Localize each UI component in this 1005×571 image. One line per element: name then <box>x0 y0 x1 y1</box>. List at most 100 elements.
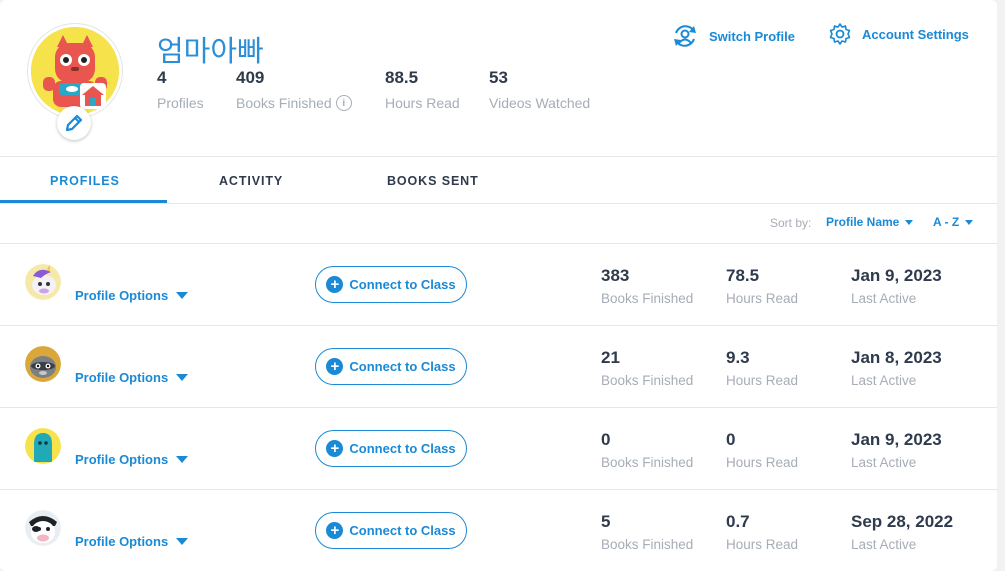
account-settings-button[interactable]: Account Settings <box>828 22 969 46</box>
books-finished-label: Books Finished <box>601 291 694 306</box>
books-finished-cell: 21 Books Finished <box>601 348 693 388</box>
chevron-down-icon <box>905 219 914 225</box>
hours-read-cell: 78.5 Hours Read <box>726 266 798 306</box>
last-active-value: Jan 8, 2023 <box>851 348 942 367</box>
books-finished-label: Books Finished <box>601 455 694 470</box>
sort-field-dropdown[interactable]: Profile Name <box>826 215 914 229</box>
sort-field-value: Profile Name <box>826 215 900 229</box>
stat-label: Books Finished <box>236 95 332 111</box>
last-active-label: Last Active <box>851 537 917 552</box>
profile-options-label: Profile Options <box>75 370 169 385</box>
stat-value: 409 <box>236 68 265 87</box>
last-active-cell: Sep 28, 2022 Last Active <box>851 512 953 552</box>
caret-down-icon <box>176 374 189 381</box>
stat-videos-watched: 53 Videos Watched <box>489 68 590 111</box>
tab-books-sent[interactable]: BOOKS SENT <box>387 174 479 188</box>
hours-read-value: 78.5 <box>726 266 760 285</box>
profile-row: Profile Options + Connect to Class 0 Boo… <box>0 407 997 489</box>
profile-options-dropdown[interactable]: Profile Options <box>75 452 189 467</box>
sort-order-dropdown[interactable]: A - Z <box>933 215 974 229</box>
stat-label: Videos Watched <box>489 95 591 111</box>
sort-order-value: A - Z <box>933 215 960 229</box>
connect-to-class-button[interactable]: + Connect to Class <box>315 430 467 467</box>
chevron-down-icon <box>965 219 974 225</box>
hours-read-label: Hours Read <box>726 373 799 388</box>
books-finished-value: 0 <box>601 430 611 449</box>
stat-value: 4 <box>157 68 167 87</box>
profile-options-label: Profile Options <box>75 534 169 549</box>
caret-down-icon <box>176 538 189 545</box>
profile-row: Profile Options + Connect to Class 383 B… <box>0 243 997 325</box>
connect-to-class-button[interactable]: + Connect to Class <box>315 512 467 549</box>
switch-profile-button[interactable]: Switch Profile <box>671 22 795 50</box>
stat-hours-read: 88.5 Hours Read <box>385 68 460 111</box>
connect-to-class-label: Connect to Class <box>349 523 456 538</box>
books-finished-value: 21 <box>601 348 620 367</box>
profile-avatar[interactable] <box>25 428 61 464</box>
account-settings-label: Account Settings <box>862 26 969 42</box>
connect-to-class-button[interactable]: + Connect to Class <box>315 348 467 385</box>
profile-options-dropdown[interactable]: Profile Options <box>75 370 189 385</box>
profile-avatar[interactable] <box>25 346 61 382</box>
last-active-value: Jan 9, 2023 <box>851 430 942 449</box>
stat-label-wrap: Books Finished i <box>236 95 352 111</box>
stat-profiles: 4 Profiles <box>157 68 204 111</box>
connect-to-class-label: Connect to Class <box>349 277 456 292</box>
teal-monster-avatar-icon <box>25 428 61 464</box>
info-icon[interactable]: i <box>335 95 352 111</box>
books-finished-value: 5 <box>601 512 611 531</box>
stat-label: Hours Read <box>385 95 460 111</box>
books-finished-value: 383 <box>601 266 630 285</box>
hours-read-cell: 0 Hours Read <box>726 430 798 470</box>
tab-activity[interactable]: ACTIVITY <box>219 174 283 188</box>
switch-profile-icon <box>674 25 696 47</box>
profile-row: Profile Options + Connect to Class 21 Bo… <box>0 325 997 407</box>
gear-icon <box>829 23 851 45</box>
hours-read-label: Hours Read <box>726 291 799 306</box>
books-finished-label: Books Finished <box>601 373 694 388</box>
profile-avatar[interactable] <box>25 510 61 546</box>
profile-avatar[interactable] <box>25 264 61 300</box>
connect-to-class-button[interactable]: + Connect to Class <box>315 266 467 303</box>
hours-read-label: Hours Read <box>726 455 799 470</box>
hours-read-cell: 0.7 Hours Read <box>726 512 798 552</box>
profile-options-dropdown[interactable]: Profile Options <box>75 534 189 549</box>
plus-circle-icon: + <box>326 522 344 539</box>
connect-to-class-label: Connect to Class <box>349 441 456 456</box>
books-finished-cell: 0 Books Finished <box>601 430 693 470</box>
tabs-divider <box>0 203 997 204</box>
account-avatar[interactable] <box>28 24 122 118</box>
last-active-cell: Jan 9, 2023 Last Active <box>851 266 942 306</box>
stat-value: 88.5 <box>385 68 419 87</box>
last-active-label: Last Active <box>851 455 917 470</box>
last-active-value: Sep 28, 2022 <box>851 512 954 531</box>
unicorn-avatar-icon <box>25 264 61 300</box>
last-active-value: Jan 9, 2023 <box>851 266 942 285</box>
account-panel: 엄마아빠 4 Profiles 409 Books Finished i 88.… <box>0 0 997 571</box>
plus-circle-icon: + <box>326 358 344 375</box>
pencil-icon <box>65 114 83 132</box>
home-badge <box>80 83 106 109</box>
last-active-label: Last Active <box>851 373 917 388</box>
switch-profile-label: Switch Profile <box>709 28 795 44</box>
hours-read-value: 0 <box>726 430 736 449</box>
caret-down-icon <box>176 456 189 463</box>
plus-circle-icon: + <box>326 440 344 457</box>
last-active-cell: Jan 8, 2023 Last Active <box>851 348 942 388</box>
house-icon <box>82 86 104 106</box>
last-active-label: Last Active <box>851 291 917 306</box>
tab-profiles[interactable]: PROFILES <box>50 174 120 188</box>
hours-read-cell: 9.3 Hours Read <box>726 348 798 388</box>
edit-avatar-button[interactable] <box>57 106 91 140</box>
header-divider <box>0 156 997 157</box>
account-display-name: 엄마아빠 <box>157 34 264 68</box>
profile-options-label: Profile Options <box>75 288 169 303</box>
plus-circle-icon: + <box>326 276 344 293</box>
stat-value: 53 <box>489 68 508 87</box>
caret-down-icon <box>176 292 189 299</box>
books-finished-cell: 383 Books Finished <box>601 266 693 306</box>
profile-row: Profile Options + Connect to Class 5 Boo… <box>0 489 997 571</box>
connect-to-class-label: Connect to Class <box>349 359 456 374</box>
last-active-cell: Jan 9, 2023 Last Active <box>851 430 942 470</box>
profile-options-dropdown[interactable]: Profile Options <box>75 288 189 303</box>
